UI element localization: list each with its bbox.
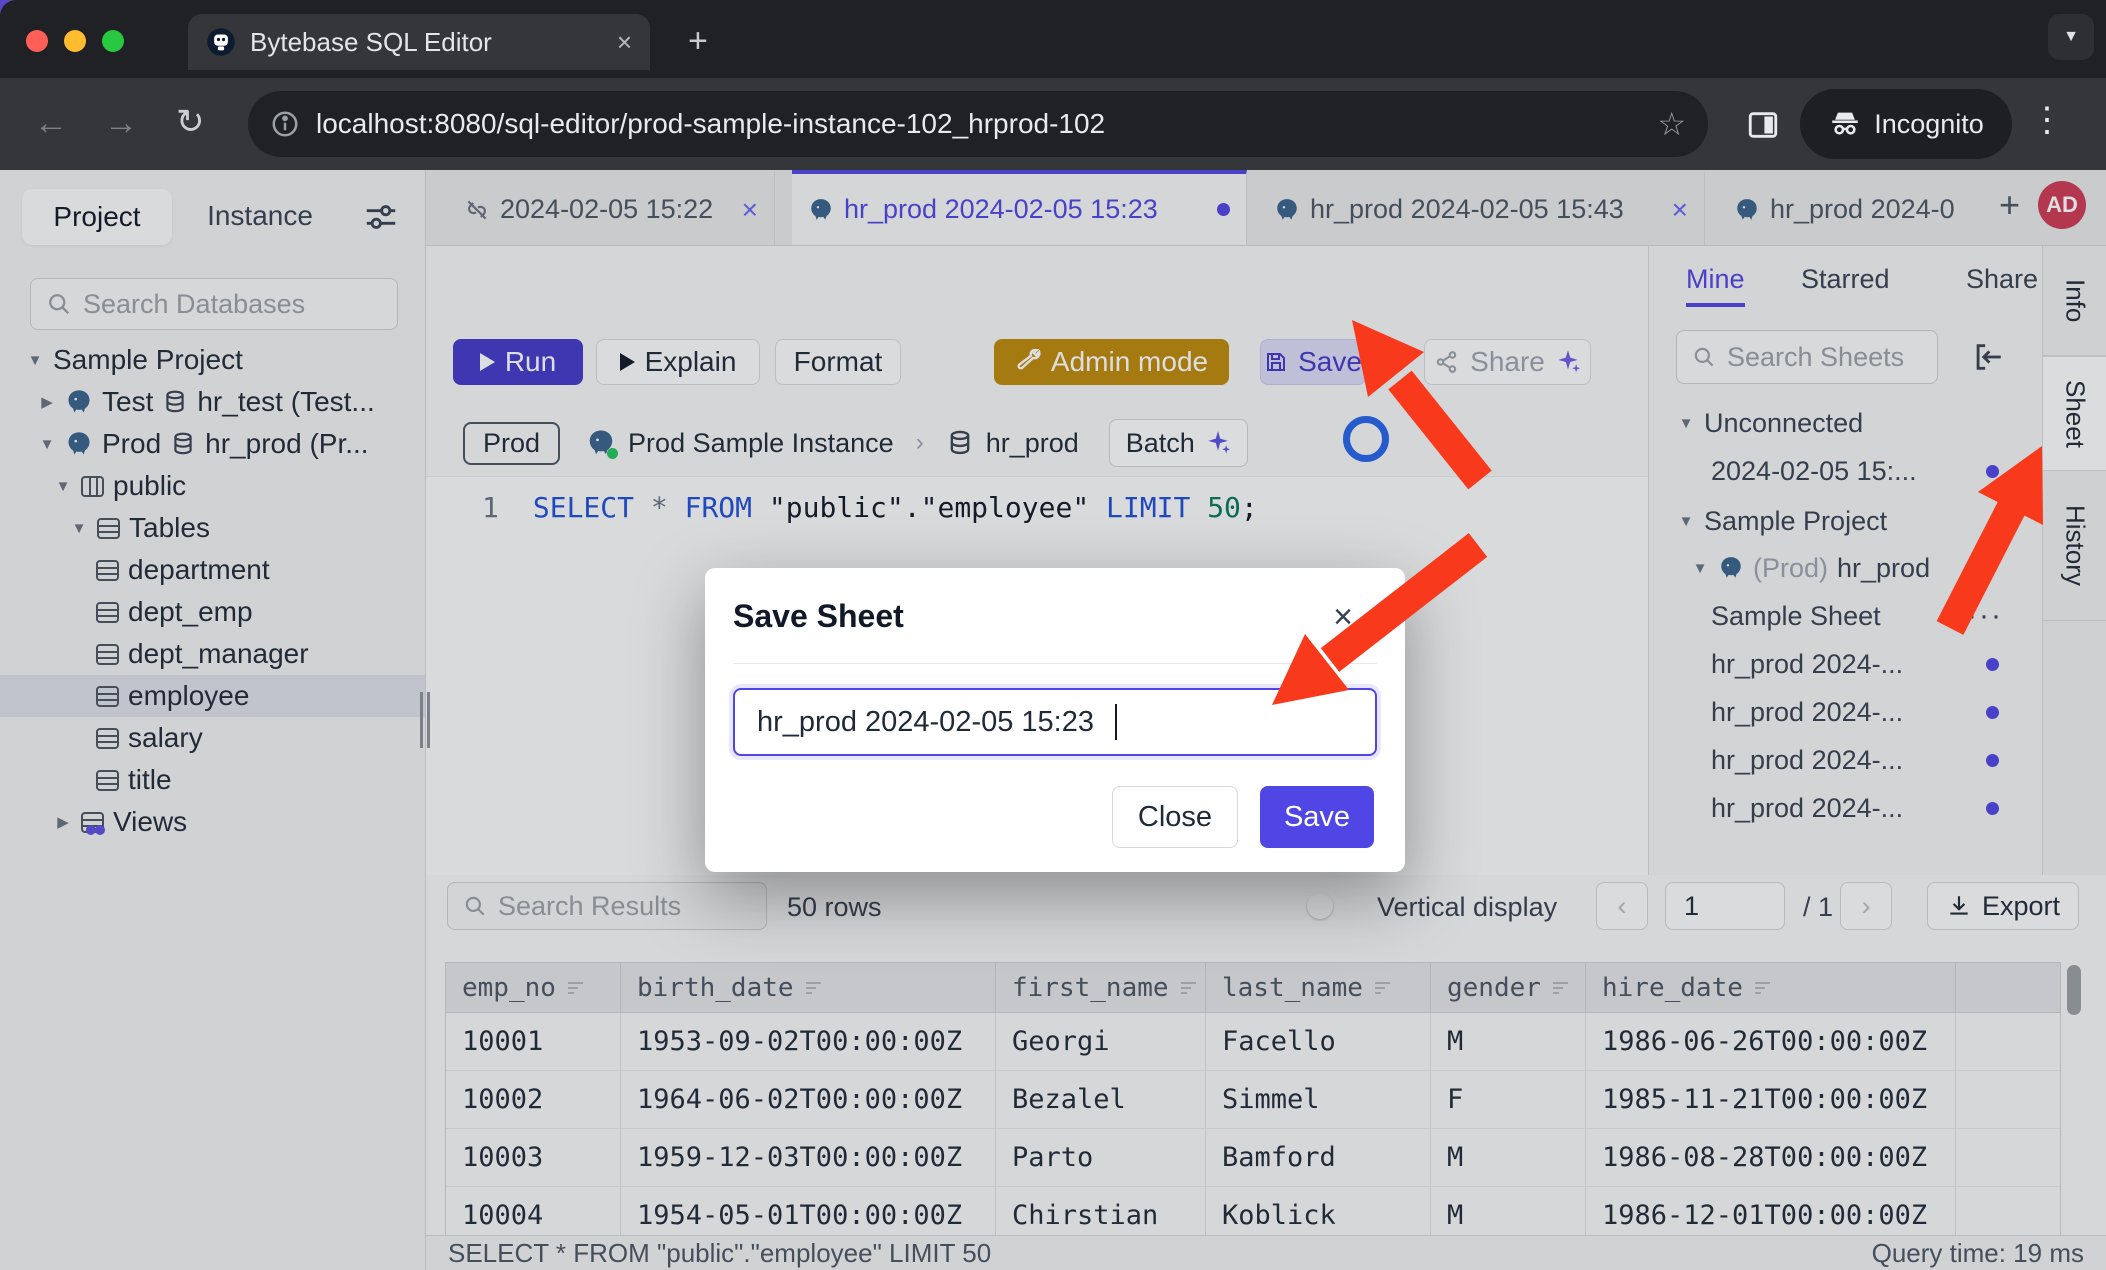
side-panel-icon[interactable] [1746, 108, 1780, 142]
dialog-title: Save Sheet [733, 598, 904, 635]
browser-tab[interactable]: Bytebase SQL Editor × [188, 14, 650, 70]
dialog-close-button[interactable]: Close [1112, 786, 1238, 848]
url-text: localhost:8080/sql-editor/prod-sample-in… [316, 108, 1641, 140]
text-cursor [1115, 704, 1117, 740]
chevron-down-icon: ▼ [2063, 28, 2079, 46]
new-tab-button[interactable]: + [688, 24, 708, 58]
close-tab-icon[interactable]: × [617, 29, 632, 55]
incognito-badge: Incognito [1800, 89, 2012, 159]
bookmark-star-icon[interactable]: ☆ [1657, 105, 1686, 143]
back-icon[interactable]: ← [34, 104, 68, 143]
browser-tab-title: Bytebase SQL Editor [250, 27, 603, 58]
incognito-label: Incognito [1874, 109, 1984, 140]
close-icon[interactable]: × [1333, 598, 1353, 637]
site-info-icon[interactable] [270, 109, 300, 139]
forward-icon[interactable]: → [104, 104, 138, 143]
dialog-save-button[interactable]: Save [1260, 786, 1374, 848]
close-window-button[interactable] [26, 30, 48, 52]
maximize-window-button[interactable] [102, 30, 124, 52]
bytebase-favicon [206, 27, 236, 57]
incognito-icon [1828, 107, 1862, 141]
divider [733, 663, 1377, 664]
browser-chrome: Bytebase SQL Editor × + ▼ ← → ↻ localhos… [0, 0, 2106, 170]
sheet-name-input[interactable] [733, 688, 1377, 756]
save-sheet-dialog: Save Sheet × Close Save [705, 568, 1405, 872]
minimize-window-button[interactable] [64, 30, 86, 52]
browser-toolbar: ← → ↻ localhost:8080/sql-editor/prod-sam… [0, 78, 2106, 170]
url-bar[interactable]: localhost:8080/sql-editor/prod-sample-in… [248, 91, 1708, 157]
browser-menu-icon[interactable]: ⋮ [2030, 100, 2064, 140]
tab-search-button[interactable]: ▼ [2048, 14, 2094, 60]
reload-icon[interactable]: ↻ [176, 102, 205, 142]
